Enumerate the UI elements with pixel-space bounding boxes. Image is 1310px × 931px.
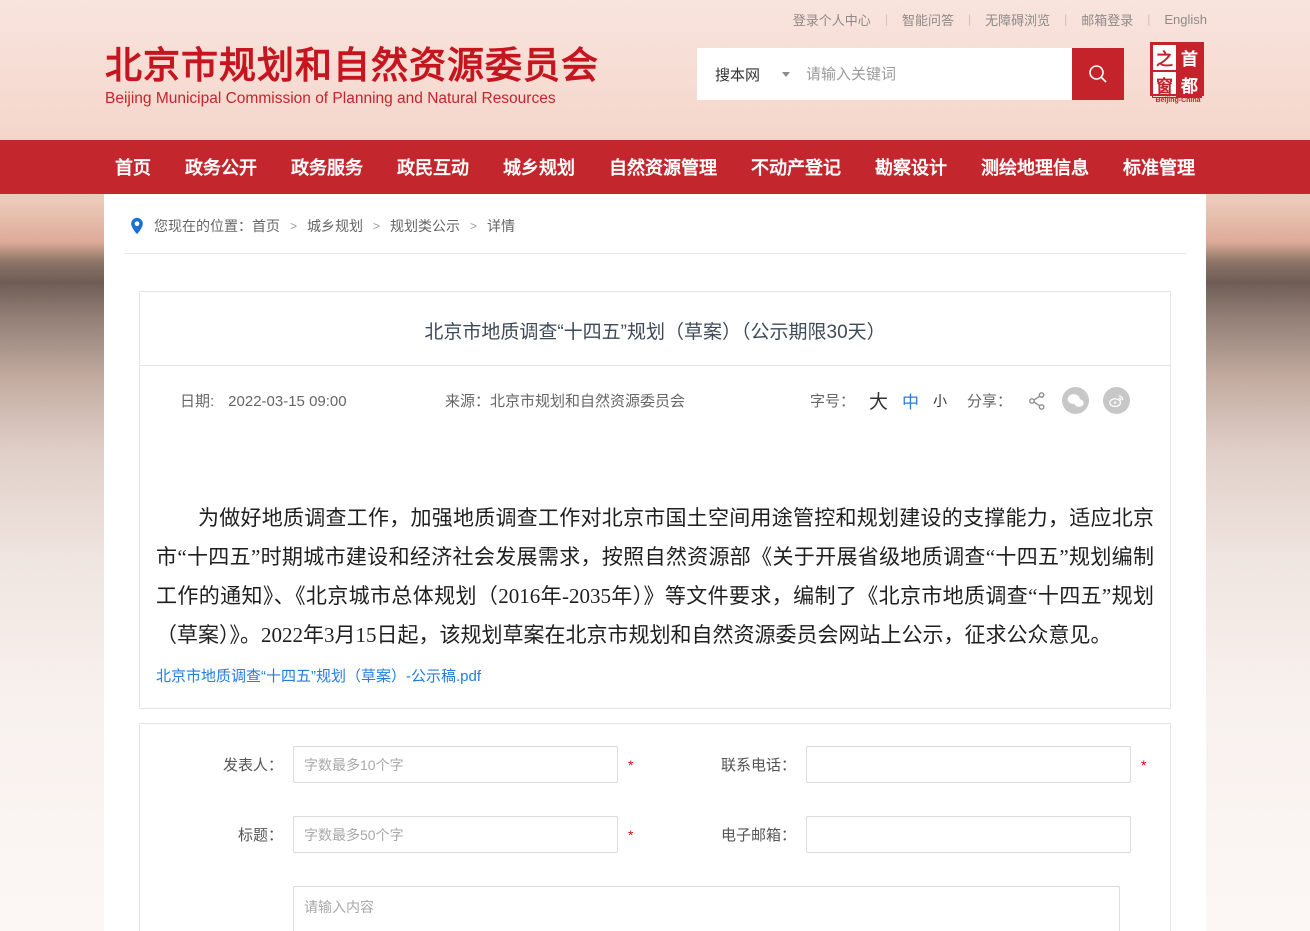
article-title: 北京市地质调查“十四五”规划（草案）（公示期限30天） — [140, 292, 1170, 365]
nav-item-gov-disclosure[interactable]: 政务公开 — [185, 154, 257, 180]
font-size-large-button[interactable]: 大 — [869, 387, 888, 414]
publisher-input[interactable] — [293, 746, 618, 783]
email-label: 电子邮箱： — [691, 824, 806, 845]
seal-char: 首 — [1177, 44, 1202, 71]
weibo-share-icon[interactable] — [1103, 387, 1130, 414]
comment-form: 发表人： * 联系电话： * 标题： * 电子邮箱： * 意见内容： — [139, 723, 1171, 931]
location-pin-icon — [130, 217, 144, 235]
mail-login-link[interactable]: 邮箱登录 — [1081, 10, 1133, 29]
form-row-title-email: 标题： * 电子邮箱： * — [140, 816, 1170, 853]
font-size-medium-button[interactable]: 中 — [902, 388, 919, 413]
article-tools: 字号： 大 中 小 分享： — [810, 387, 1130, 414]
publisher-label: 发表人： — [140, 754, 293, 775]
nav-item-geographic-info[interactable]: 测绘地理信息 — [981, 154, 1089, 180]
article: 北京市地质调查“十四五”规划（草案）（公示期限30天） 日期: 2022-03-1… — [139, 291, 1171, 709]
site-logo[interactable]: 北京市规划和自然资源委员会 Beijing Municipal Commissi… — [105, 44, 599, 108]
nav-item-survey-design[interactable]: 勘察设计 — [875, 154, 947, 180]
share-label: 分享： — [967, 390, 1012, 411]
accessibility-link[interactable]: 无障碍浏览 — [985, 10, 1050, 29]
source-label: 来源： — [445, 393, 490, 410]
chevron-down-icon — [782, 72, 790, 77]
english-link[interactable]: English — [1164, 12, 1207, 27]
seal-char: 之 — [1152, 44, 1177, 71]
search-scope-dropdown[interactable]: 搜本网 — [697, 64, 806, 85]
nav-item-standards[interactable]: 标准管理 — [1123, 154, 1195, 180]
search-button[interactable] — [1072, 48, 1124, 100]
font-size-label: 字号： — [810, 390, 855, 411]
smart-qa-link[interactable]: 智能问答 — [902, 10, 954, 29]
email-input[interactable] — [806, 816, 1131, 853]
main-nav: 首页 政务公开 政务服务 政民互动 城乡规划 自然资源管理 不动产登记 勘察设计… — [0, 140, 1310, 194]
seal-caption: Beijing-China — [1150, 97, 1206, 104]
breadcrumb-separator: > — [470, 219, 477, 233]
seal-char: 都 — [1177, 71, 1202, 98]
wechat-share-icon[interactable] — [1062, 387, 1089, 414]
site-subtitle: Beijing Municipal Commission of Planning… — [105, 90, 599, 108]
title-label: 标题： — [140, 824, 293, 845]
page: 登录个人中心 | 智能问答 | 无障碍浏览 | 邮箱登录 | English 北… — [0, 0, 1310, 931]
breadcrumb-prefix: 您现在的位置： — [154, 216, 252, 236]
article-source: 来源：北京市规划和自然资源委员会 — [445, 390, 810, 411]
required-asterisk: * — [1141, 757, 1151, 773]
form-row-content: 意见内容： * — [140, 886, 1170, 931]
date-label: 日期: — [180, 393, 214, 410]
separator: | — [968, 12, 971, 26]
breadcrumb-separator: > — [373, 219, 380, 233]
font-size-small-button[interactable]: 小 — [933, 391, 947, 411]
header: 北京市规划和自然资源委员会 Beijing Municipal Commissi… — [0, 38, 1310, 140]
nav-item-home[interactable]: 首页 — [115, 154, 151, 180]
phone-label: 联系电话： — [691, 754, 806, 775]
search-bar: 搜本网 — [697, 48, 1124, 100]
nav-item-urban-planning[interactable]: 城乡规划 — [503, 154, 575, 180]
separator: | — [1147, 12, 1150, 26]
search-icon — [1086, 62, 1110, 86]
nav-item-real-estate-registration[interactable]: 不动产登记 — [751, 154, 841, 180]
breadcrumb-current: 详情 — [487, 216, 515, 236]
content-textarea[interactable] — [293, 886, 1120, 931]
attachment-pdf-link[interactable]: 北京市地质调查“十四五”规划（草案）-公示稿.pdf — [156, 665, 481, 686]
source-value: 北京市规划和自然资源委员会 — [490, 393, 685, 410]
seal-char: 窗 — [1152, 71, 1177, 98]
breadcrumb-planning-notices[interactable]: 规划类公示 — [390, 216, 460, 236]
breadcrumb-home[interactable]: 首页 — [252, 216, 280, 236]
phone-input[interactable] — [806, 746, 1131, 783]
search-box: 搜本网 — [697, 48, 1072, 100]
search-input[interactable] — [806, 50, 1072, 98]
separator: | — [885, 12, 888, 26]
beijing-china-seal-logo[interactable]: 之 首 窗 都 Beijing-China — [1150, 42, 1206, 104]
breadcrumb-urban-planning[interactable]: 城乡规划 — [307, 216, 363, 236]
site-title: 北京市规划和自然资源委员会 — [105, 44, 599, 88]
nav-item-public-interaction[interactable]: 政民互动 — [397, 154, 469, 180]
breadcrumb-separator: > — [290, 219, 297, 233]
separator: | — [1064, 12, 1067, 26]
share-icon[interactable] — [1026, 390, 1048, 412]
required-asterisk: * — [628, 827, 638, 843]
top-utility-bar: 登录个人中心 | 智能问答 | 无障碍浏览 | 邮箱登录 | English — [0, 0, 1310, 38]
seal-grid: 之 首 窗 都 — [1150, 42, 1204, 96]
nav-item-natural-resources[interactable]: 自然资源管理 — [609, 154, 717, 180]
required-asterisk: * — [628, 757, 638, 773]
date-value: 2022-03-15 09:00 — [228, 393, 346, 410]
content-card: 您现在的位置： 首页 > 城乡规划 > 规划类公示 > 详情 北京市地质调查“十… — [104, 194, 1206, 931]
article-meta: 日期: 2022-03-15 09:00 来源：北京市规划和自然资源委员会 字号：… — [140, 366, 1170, 414]
search-scope-label: 搜本网 — [715, 64, 760, 85]
article-body-text: 为做好地质调查工作，加强地质调查工作对北京市国土空间用途管控和规划建设的支撑能力… — [156, 499, 1154, 655]
nav-item-gov-services[interactable]: 政务服务 — [291, 154, 363, 180]
login-personal-center-link[interactable]: 登录个人中心 — [793, 10, 871, 29]
form-row-publisher-phone: 发表人： * 联系电话： * — [140, 746, 1170, 783]
breadcrumb: 您现在的位置： 首页 > 城乡规划 > 规划类公示 > 详情 — [124, 194, 1186, 254]
article-date: 日期: 2022-03-15 09:00 — [180, 390, 445, 411]
title-input[interactable] — [293, 816, 618, 853]
